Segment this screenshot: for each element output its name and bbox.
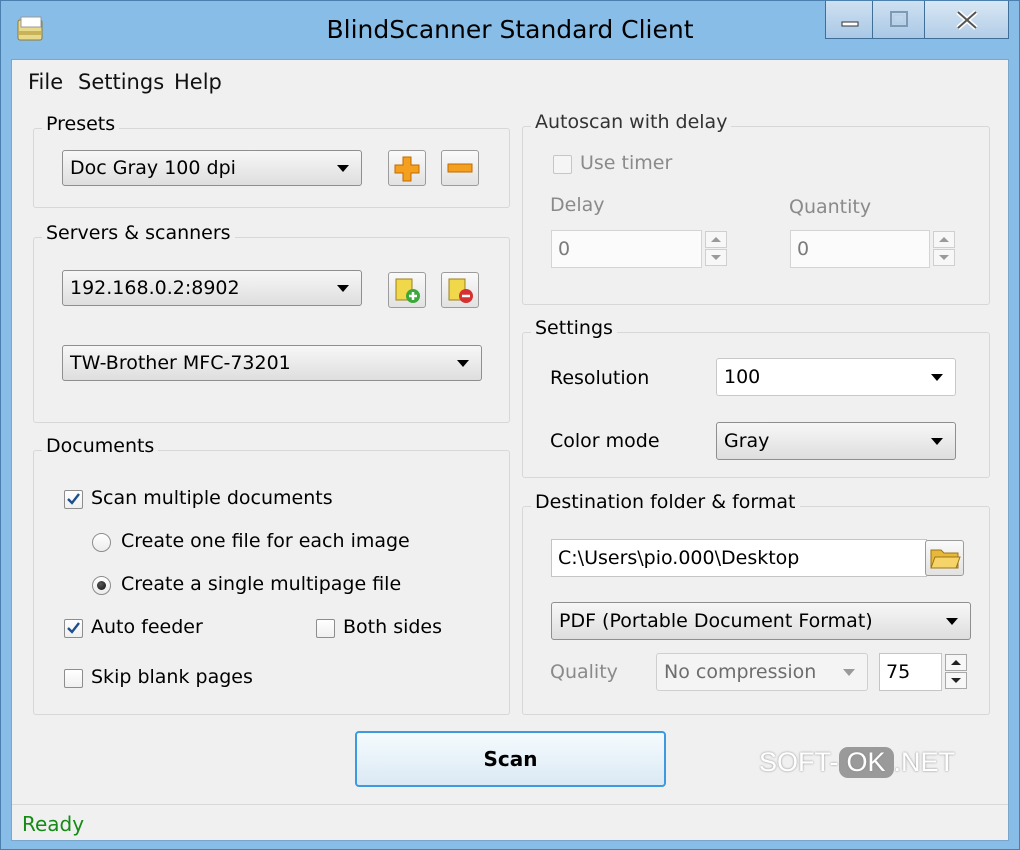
single-multipage-label[interactable]: Create a single multipage file <box>121 573 401 595</box>
spin-up-icon[interactable] <box>933 231 955 248</box>
remove-server-icon <box>448 278 473 303</box>
spin-down-icon[interactable] <box>705 249 727 266</box>
status-text: Ready <box>22 812 85 836</box>
resolution-label: Resolution <box>550 367 650 389</box>
checkmark-icon <box>67 493 80 505</box>
client-area: File Settings Help Presets Doc Gray 100 … <box>11 59 1009 841</box>
both-sides-label[interactable]: Both sides <box>343 616 442 638</box>
chevron-down-icon <box>337 285 349 292</box>
single-multipage-radio[interactable] <box>92 576 111 595</box>
quality-spinner[interactable] <box>945 654 967 690</box>
chevron-down-icon <box>337 165 349 172</box>
presets-group: Presets Doc Gray 100 dpi <box>33 113 510 208</box>
scan-multiple-checkbox[interactable] <box>64 490 83 509</box>
server-select[interactable]: 192.168.0.2:8902 <box>62 270 362 306</box>
destination-legend: Destination folder & format <box>531 491 800 513</box>
auto-feeder-label[interactable]: Auto feeder <box>91 616 203 638</box>
quality-value: 75 <box>886 661 911 683</box>
radio-selected-dot <box>97 581 106 590</box>
preset-select[interactable]: Doc Gray 100 dpi <box>62 150 362 186</box>
chevron-down-icon <box>843 669 855 676</box>
chevron-down-icon <box>931 374 943 381</box>
checkmark-icon <box>67 622 80 634</box>
autoscan-legend: Autoscan with delay <box>531 111 732 133</box>
use-timer-checkbox[interactable] <box>553 155 572 174</box>
one-file-each-radio[interactable] <box>92 533 111 552</box>
spin-down-icon[interactable] <box>945 672 967 689</box>
add-preset-button[interactable] <box>388 150 426 186</box>
destination-path-value: C:\Users\pio.000\Desktop <box>558 547 800 569</box>
server-select-value: 192.168.0.2:8902 <box>70 277 240 299</box>
browse-folder-button[interactable] <box>925 540 964 576</box>
watermark-left: SOFT- <box>759 747 839 777</box>
chevron-down-icon <box>931 438 943 445</box>
documents-legend: Documents <box>42 435 159 457</box>
remove-server-button[interactable] <box>441 272 479 308</box>
delay-label: Delay <box>550 194 605 216</box>
servers-group: Servers & scanners 192.168.0.2:8902 TW-B… <box>33 222 510 423</box>
compression-value: No compression <box>664 661 817 683</box>
minimize-button[interactable] <box>825 1 873 39</box>
quantity-label: Quantity <box>789 196 872 218</box>
destination-path-input[interactable]: C:\Users\pio.000\Desktop <box>551 539 927 577</box>
maximize-button[interactable] <box>873 1 925 39</box>
quality-label: Quality <box>550 661 618 683</box>
resolution-value: 100 <box>724 366 761 388</box>
status-bar: Ready <box>12 804 1008 842</box>
destination-group: Destination folder & format C:\Users\pio… <box>522 491 990 715</box>
servers-legend: Servers & scanners <box>42 222 235 244</box>
chevron-down-icon <box>457 360 469 367</box>
quantity-spinner[interactable] <box>933 231 955 267</box>
presets-legend: Presets <box>42 113 120 135</box>
menu-settings[interactable]: Settings <box>78 70 164 94</box>
spin-up-icon[interactable] <box>945 654 967 671</box>
quantity-input[interactable]: 0 <box>790 230 930 268</box>
quantity-value: 0 <box>797 238 810 260</box>
close-button[interactable] <box>925 1 1009 39</box>
scan-multiple-label[interactable]: Scan multiple documents <box>91 487 333 509</box>
resolution-select[interactable]: 100 <box>716 358 956 396</box>
minus-icon <box>447 163 473 173</box>
delay-input[interactable]: 0 <box>551 230 702 268</box>
preset-select-value: Doc Gray 100 dpi <box>70 157 236 179</box>
scanner-select-value: TW-Brother MFC-73201 <box>70 352 291 374</box>
add-server-button[interactable] <box>388 272 426 308</box>
add-server-icon <box>395 278 420 303</box>
auto-feeder-checkbox[interactable] <box>64 619 83 638</box>
documents-group: Documents Scan multiple documents Create… <box>33 435 510 715</box>
app-window: BlindScanner Standard Client File Settin… <box>0 0 1020 850</box>
plus-icon <box>394 156 420 182</box>
settings-legend: Settings <box>531 317 617 339</box>
format-select[interactable]: PDF (Portable Document Format) <box>551 602 971 640</box>
color-mode-label: Color mode <box>550 430 660 452</box>
delay-value: 0 <box>558 238 571 260</box>
watermark-right: .NET <box>893 747 956 777</box>
skip-blank-label[interactable]: Skip blank pages <box>91 666 253 688</box>
quality-input[interactable]: 75 <box>879 653 942 691</box>
remove-preset-button[interactable] <box>441 150 479 186</box>
both-sides-checkbox[interactable] <box>316 619 335 638</box>
watermark-middle: OK <box>838 747 894 778</box>
compression-select[interactable]: No compression <box>656 653 868 691</box>
scanner-select[interactable]: TW-Brother MFC-73201 <box>62 345 482 381</box>
watermark: SOFT- OK .NET <box>759 747 955 787</box>
settings-group: Settings Resolution 100 Color mode Gray <box>522 317 990 478</box>
menu-help[interactable]: Help <box>174 70 222 94</box>
menu-file[interactable]: File <box>28 70 63 94</box>
title-bar[interactable]: BlindScanner Standard Client <box>1 1 1019 59</box>
scan-button[interactable]: Scan <box>355 731 666 787</box>
folder-icon <box>930 549 961 569</box>
autoscan-group: Autoscan with delay Use timer Delay 0 Qu… <box>522 111 990 305</box>
format-value: PDF (Portable Document Format) <box>559 610 873 632</box>
chevron-down-icon <box>946 618 958 625</box>
delay-spinner[interactable] <box>705 231 727 267</box>
one-file-each-label[interactable]: Create one file for each image <box>121 530 410 552</box>
skip-blank-checkbox[interactable] <box>64 669 83 688</box>
color-mode-select[interactable]: Gray <box>716 422 956 460</box>
color-mode-value: Gray <box>724 430 770 452</box>
use-timer-label[interactable]: Use timer <box>580 152 672 174</box>
spin-up-icon[interactable] <box>705 231 727 248</box>
spin-down-icon[interactable] <box>933 249 955 266</box>
